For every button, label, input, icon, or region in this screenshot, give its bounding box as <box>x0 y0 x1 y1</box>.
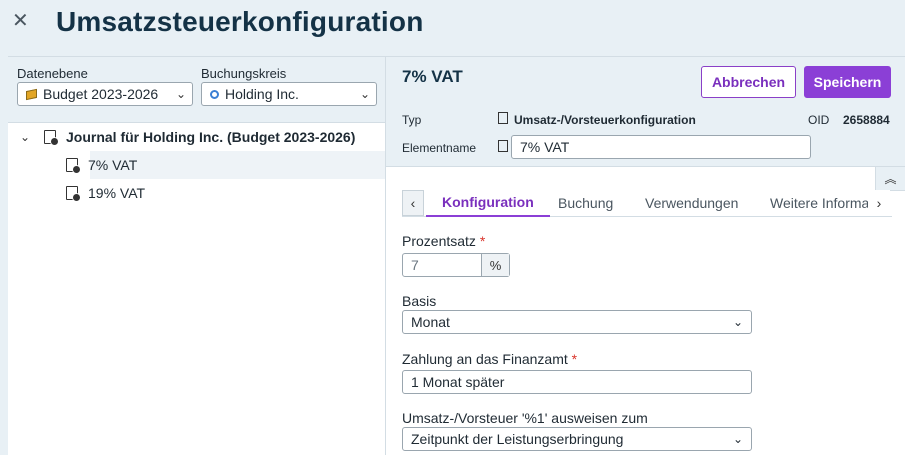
buchungskreis-value: Holding Inc. <box>225 86 299 102</box>
close-icon[interactable]: ✕ <box>12 8 29 33</box>
datenebene-label: Datenebene <box>17 66 88 81</box>
prozentsatz-input[interactable]: 7 <box>403 254 481 276</box>
buchungskreis-select[interactable]: Holding Inc. ⌄ <box>201 82 377 106</box>
page-title: Umsatzsteuerkonfiguration <box>56 6 424 37</box>
collapse-icon[interactable]: ︽ <box>875 167 905 191</box>
prozentsatz-label: Prozentsatz * <box>402 233 486 249</box>
chevron-down-icon: ⌄ <box>732 432 743 446</box>
top-bar: ✕ Umsatzsteuerkonfiguration <box>0 0 905 56</box>
tree-item-label: 7% VAT <box>88 157 138 173</box>
save-button[interactable]: Speichern <box>804 66 891 98</box>
zahlung-input[interactable]: 1 Monat später <box>402 370 752 394</box>
detail-title: 7% VAT <box>402 67 463 86</box>
required-mark: * <box>479 233 486 249</box>
detail-body: ︽ ‹ Konfiguration Buchung Verwendungen W… <box>386 167 905 455</box>
config-document-icon <box>66 186 81 202</box>
buchungskreis-label: Buchungskreis <box>201 66 287 81</box>
datenebene-select[interactable]: Budget 2023-2026 ⌄ <box>17 82 193 106</box>
left-panel: Datenebene Budget 2023-2026 ⌄ Buchungskr… <box>8 56 386 455</box>
basis-label: Basis <box>402 293 437 309</box>
detail-header: 7% VAT Abbrechen Speichern Typ Umsatz-/V… <box>386 56 905 167</box>
ausweisen-value: Zeitpunkt der Leistungserbringung <box>411 431 624 447</box>
tree-root[interactable]: ⌄ Journal für Holding Inc. (Budget 2023-… <box>8 123 385 151</box>
tree-item-label: 19% VAT <box>88 185 146 201</box>
ausweisen-select[interactable]: Zeitpunkt der Leistungserbringung ⌄ <box>402 427 752 451</box>
detail-panel: 7% VAT Abbrechen Speichern Typ Umsatz-/V… <box>386 56 905 455</box>
tree-item-7-vat[interactable]: 7% VAT <box>66 151 385 179</box>
datenebene-value: Budget 2023-2026 <box>43 86 159 102</box>
required-mark: * <box>571 351 578 367</box>
chevron-left-icon[interactable]: ‹ <box>402 190 424 216</box>
oid-label: OID <box>808 113 830 127</box>
tree-item-19-vat[interactable]: 19% VAT <box>8 179 385 207</box>
config-document-icon <box>44 130 59 146</box>
oid-value: 2658884 <box>843 113 890 127</box>
prozentsatz-field[interactable]: 7 % <box>402 253 510 277</box>
circle-icon <box>210 89 219 99</box>
tab-konfiguration[interactable]: Konfiguration <box>426 189 550 217</box>
typ-label: Typ <box>402 113 422 127</box>
zahlung-label: Zahlung an das Finanzamt * <box>402 351 578 367</box>
tab-weitere-informationen[interactable]: Weitere Informa <box>770 189 868 217</box>
basis-value: Monat <box>411 314 450 330</box>
basis-select[interactable]: Monat ⌄ <box>402 310 752 334</box>
tab-bar: ‹ Konfiguration Buchung Verwendungen Wei… <box>402 189 892 217</box>
chevron-down-icon: ⌄ <box>732 315 743 329</box>
config-document-icon <box>66 158 81 174</box>
chevron-down-icon: ⌄ <box>175 87 187 101</box>
tree-root-label: Journal für Holding Inc. (Budget 2023-20… <box>66 129 356 145</box>
tab-verwendungen[interactable]: Verwendungen <box>645 189 738 217</box>
chevron-down-icon: ⌄ <box>359 87 371 101</box>
cancel-button[interactable]: Abbrechen <box>701 66 796 98</box>
percent-unit: % <box>481 254 509 276</box>
document-icon <box>498 140 508 152</box>
elementname-label: Elementname <box>402 141 477 155</box>
cube-icon <box>26 88 37 100</box>
filter-bar: Datenebene Budget 2023-2026 ⌄ Buchungskr… <box>8 57 385 123</box>
elementname-input[interactable]: 7% VAT <box>511 135 811 159</box>
chevron-down-icon[interactable]: ⌄ <box>20 130 30 144</box>
typ-value: Umsatz-/Vorsteuerkonfiguration <box>514 113 696 127</box>
chevron-right-icon[interactable]: › <box>868 190 890 216</box>
tab-buchung[interactable]: Buchung <box>558 189 613 217</box>
config-document-icon <box>498 112 508 124</box>
ausweisen-label: Umsatz-/Vorsteuer '%1' ausweisen zum <box>402 410 648 426</box>
